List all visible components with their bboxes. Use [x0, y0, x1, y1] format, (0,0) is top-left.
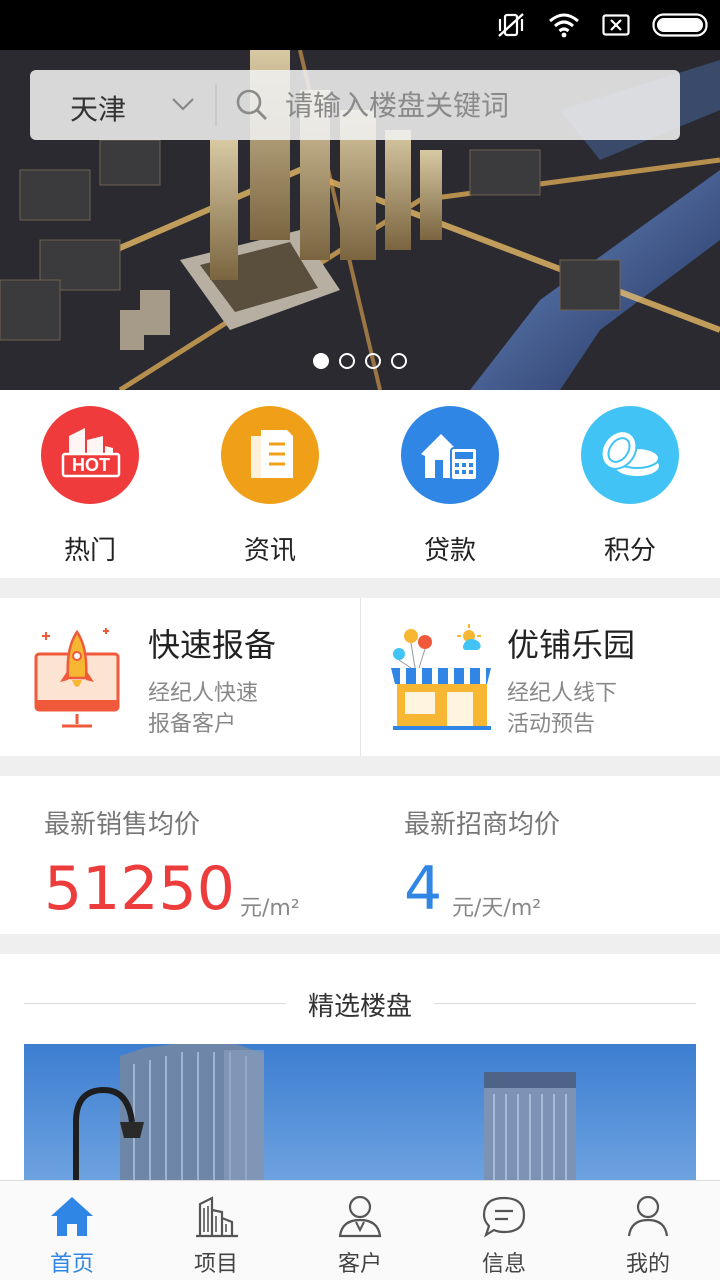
- city-name: 天津: [70, 93, 127, 126]
- sale-price-unit: 元/m²: [240, 896, 300, 921]
- menu-item-loan[interactable]: 贷款: [360, 406, 540, 576]
- tab-messages-label: 信息: [481, 1252, 526, 1277]
- menu-item-points[interactable]: 积分: [540, 406, 720, 576]
- news-document-icon: [221, 406, 319, 504]
- coins-icon: [581, 406, 679, 504]
- loan-calculator-icon: [401, 406, 499, 504]
- tab-projects-label: 项目: [193, 1252, 238, 1277]
- tab-mine[interactable]: 我的: [576, 1181, 720, 1280]
- quick-report-desc-line2: 报备客户: [148, 712, 237, 737]
- hot-building-icon: HOT: [41, 406, 139, 504]
- quick-report-title: 快速报备: [148, 626, 277, 664]
- sale-price-label: 最新销售均价: [44, 810, 201, 840]
- tab-projects[interactable]: 项目: [144, 1181, 288, 1280]
- feature-cards: 快速报备 经纪人快速 报备客户 优铺乐园 经纪人线下 活动预告: [0, 598, 720, 756]
- quick-report-desc-line1: 经纪人快速: [148, 681, 259, 706]
- battery-icon: [652, 13, 708, 37]
- featured-buildings-picture: [73, 1044, 576, 1184]
- bottom-tab-bar: 首页 项目 客户 信息 我的: [0, 1180, 720, 1280]
- lease-price-label: 最新招商均价: [404, 810, 561, 840]
- lease-price-unit: 元/天/m²: [452, 896, 542, 921]
- status-icons: [496, 11, 708, 39]
- menu-item-news[interactable]: 资讯: [180, 406, 360, 576]
- search-bar: 天津: [30, 70, 680, 140]
- rocket-monitor-icon: [34, 628, 120, 728]
- tab-clients-label: 客户: [337, 1252, 382, 1277]
- sim-off-icon: [602, 14, 630, 36]
- quick-menu: HOT 热门 资讯 贷款 积分: [0, 390, 720, 578]
- city-selector[interactable]: 天津: [30, 70, 215, 140]
- profile-icon: [627, 1195, 669, 1237]
- tab-home[interactable]: 首页: [0, 1181, 144, 1280]
- shop-park-desc: 经纪人线下 活动预告: [507, 678, 657, 740]
- quick-report-card[interactable]: 快速报备 经纪人快速 报备客户: [0, 598, 360, 756]
- carousel-dots: [313, 353, 407, 369]
- tab-clients[interactable]: 客户: [288, 1181, 432, 1280]
- hot-badge-text: HOT: [72, 455, 110, 475]
- search-divider: [215, 84, 217, 126]
- client-icon: [338, 1195, 382, 1238]
- price-stats: 最新销售均价 51250 元/m² 最新招商均价 4 元/天/m²: [0, 776, 720, 934]
- search-icon[interactable]: [235, 88, 269, 122]
- tab-mine-label: 我的: [625, 1252, 670, 1277]
- featured-properties: 精选楼盘: [0, 954, 720, 1184]
- message-icon: [482, 1196, 526, 1238]
- featured-property-image[interactable]: [24, 1044, 696, 1184]
- storefront-balloons-icon: [391, 624, 491, 730]
- tab-messages[interactable]: 信息: [432, 1181, 576, 1280]
- buildings-icon: [196, 1196, 238, 1238]
- sale-price-value: 51250: [44, 854, 235, 924]
- carousel-dot[interactable]: [365, 353, 381, 369]
- vibrate-off-icon: [498, 13, 524, 37]
- search-input[interactable]: [285, 80, 665, 130]
- shop-park-desc-line2: 活动预告: [507, 712, 596, 737]
- menu-label-news: 资讯: [243, 536, 296, 566]
- chevron-down-icon: [172, 98, 194, 111]
- quick-report-desc: 经纪人快速 报备客户: [148, 678, 298, 740]
- shop-park-card[interactable]: 优铺乐园 经纪人线下 活动预告: [361, 598, 720, 756]
- wifi-icon: [549, 13, 579, 38]
- shop-park-desc-line1: 经纪人线下: [507, 681, 618, 706]
- featured-title: 精选楼盘: [307, 992, 412, 1022]
- shop-park-title: 优铺乐园: [507, 626, 636, 664]
- menu-item-hot[interactable]: HOT 热门: [0, 406, 180, 576]
- carousel-dot[interactable]: [313, 353, 329, 369]
- carousel-dot[interactable]: [391, 353, 407, 369]
- tab-home-label: 首页: [49, 1252, 94, 1277]
- carousel-dot[interactable]: [339, 353, 355, 369]
- hero-banner[interactable]: 天津: [0, 50, 720, 390]
- menu-label-points: 积分: [603, 536, 656, 566]
- menu-label-hot: 热门: [63, 536, 116, 566]
- status-bar: [0, 0, 720, 50]
- home-icon: [51, 1197, 93, 1236]
- menu-label-loan: 贷款: [423, 536, 476, 566]
- lease-price-value: 4: [404, 854, 443, 924]
